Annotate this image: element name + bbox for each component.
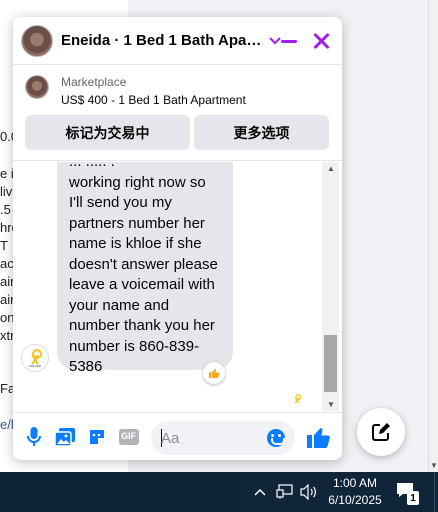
bg-text-fragment: e i	[0, 166, 14, 181]
chevron-down-icon[interactable]	[269, 34, 281, 48]
show-desktop-button[interactable]	[434, 472, 438, 512]
avatar-caption: SOLVED	[29, 363, 41, 368]
message-input-box[interactable]	[151, 421, 295, 455]
sticker-icon[interactable]	[87, 427, 107, 447]
listing-thumbnail[interactable]	[25, 75, 49, 99]
gif-label: GIF	[121, 431, 136, 441]
minimize-icon[interactable]	[281, 40, 297, 43]
bg-text-fragment: ac	[0, 256, 14, 271]
chat-title[interactable]: Eneida · 1 Bed 1 Bath Apart…	[61, 32, 263, 49]
windows-taskbar: 1:00 AM 6/10/2025 1	[0, 472, 438, 512]
listing-title[interactable]: US$ 400 - 1 Bed 1 Bath Apartment	[61, 93, 246, 107]
scrollbar-thumb[interactable]	[324, 335, 337, 392]
emoji-icon[interactable]	[267, 429, 285, 447]
message-line: leave a voicemail with	[69, 276, 215, 293]
message-line: doesn't answer please	[69, 255, 218, 273]
sender-avatar[interactable]: SOLVED	[21, 344, 49, 372]
gif-icon[interactable]: GIF	[119, 427, 139, 447]
microphone-icon[interactable]	[24, 427, 44, 447]
message-line: working right now so	[69, 173, 206, 191]
network-icon[interactable]	[276, 484, 294, 500]
mark-pending-button[interactable]: 标记为交易中	[25, 115, 190, 150]
volume-icon[interactable]	[300, 483, 318, 501]
close-icon[interactable]	[311, 31, 331, 51]
message-line: partners number her	[69, 214, 205, 232]
new-message-button[interactable]	[357, 408, 405, 456]
message-line: ... ..... .	[69, 162, 221, 173]
like-send-icon[interactable]	[306, 425, 330, 449]
scroll-down-arrow-icon[interactable]: ▼	[430, 461, 438, 470]
listing-source: Marketplace	[61, 75, 127, 89]
seen-indicator-avatar	[290, 391, 304, 405]
message-line: name is khloe if she	[69, 235, 202, 252]
clock-time[interactable]: 1:00 AM	[330, 476, 380, 490]
taskbar-apps-area	[0, 472, 240, 512]
incoming-message-bubble[interactable]: ... ..... . working right now so I'll se…	[57, 162, 233, 375]
contact-avatar[interactable]	[21, 24, 53, 57]
ribbon-icon	[294, 393, 302, 403]
message-line: 5386	[69, 358, 103, 375]
marketplace-listing-banner: Marketplace US$ 400 - 1 Bed 1 Bath Apart…	[13, 65, 342, 161]
messenger-chat-window: Eneida · 1 Bed 1 Bath Apart… Marketplace…	[13, 17, 342, 460]
page-scrollbar[interactable]: ▼	[428, 0, 438, 472]
message-composer: GIF	[13, 412, 342, 460]
chat-header[interactable]: Eneida · 1 Bed 1 Bath Apart…	[13, 17, 342, 65]
more-options-button[interactable]: 更多选项	[194, 115, 329, 150]
bg-link-fragment[interactable]: e/l	[0, 417, 14, 432]
compose-icon	[372, 423, 390, 441]
scroll-up-arrow-icon[interactable]: ▲	[327, 164, 335, 173]
message-line: number thank you her	[69, 317, 215, 334]
bg-text-fragment: .5	[0, 202, 11, 217]
message-line: your name and	[69, 296, 170, 314]
message-input[interactable]	[161, 428, 261, 448]
clock-date[interactable]: 6/10/2025	[322, 493, 388, 507]
thumbs-up-reaction-icon[interactable]	[203, 362, 225, 384]
message-line: I'll send you my	[69, 194, 172, 211]
notification-count-badge: 1	[407, 491, 419, 505]
message-scrollbar[interactable]: ▲ ▼	[322, 162, 339, 411]
chevron-up-icon[interactable]	[254, 483, 266, 499]
message-thread: ... ..... . working right now so I'll se…	[13, 162, 342, 411]
bg-text-fragment: T	[0, 238, 8, 253]
scroll-down-arrow-icon[interactable]: ▼	[327, 400, 335, 409]
photo-gallery-icon[interactable]	[55, 427, 75, 447]
message-line: number is 860-839-	[69, 337, 200, 355]
ribbon-icon	[30, 348, 42, 364]
